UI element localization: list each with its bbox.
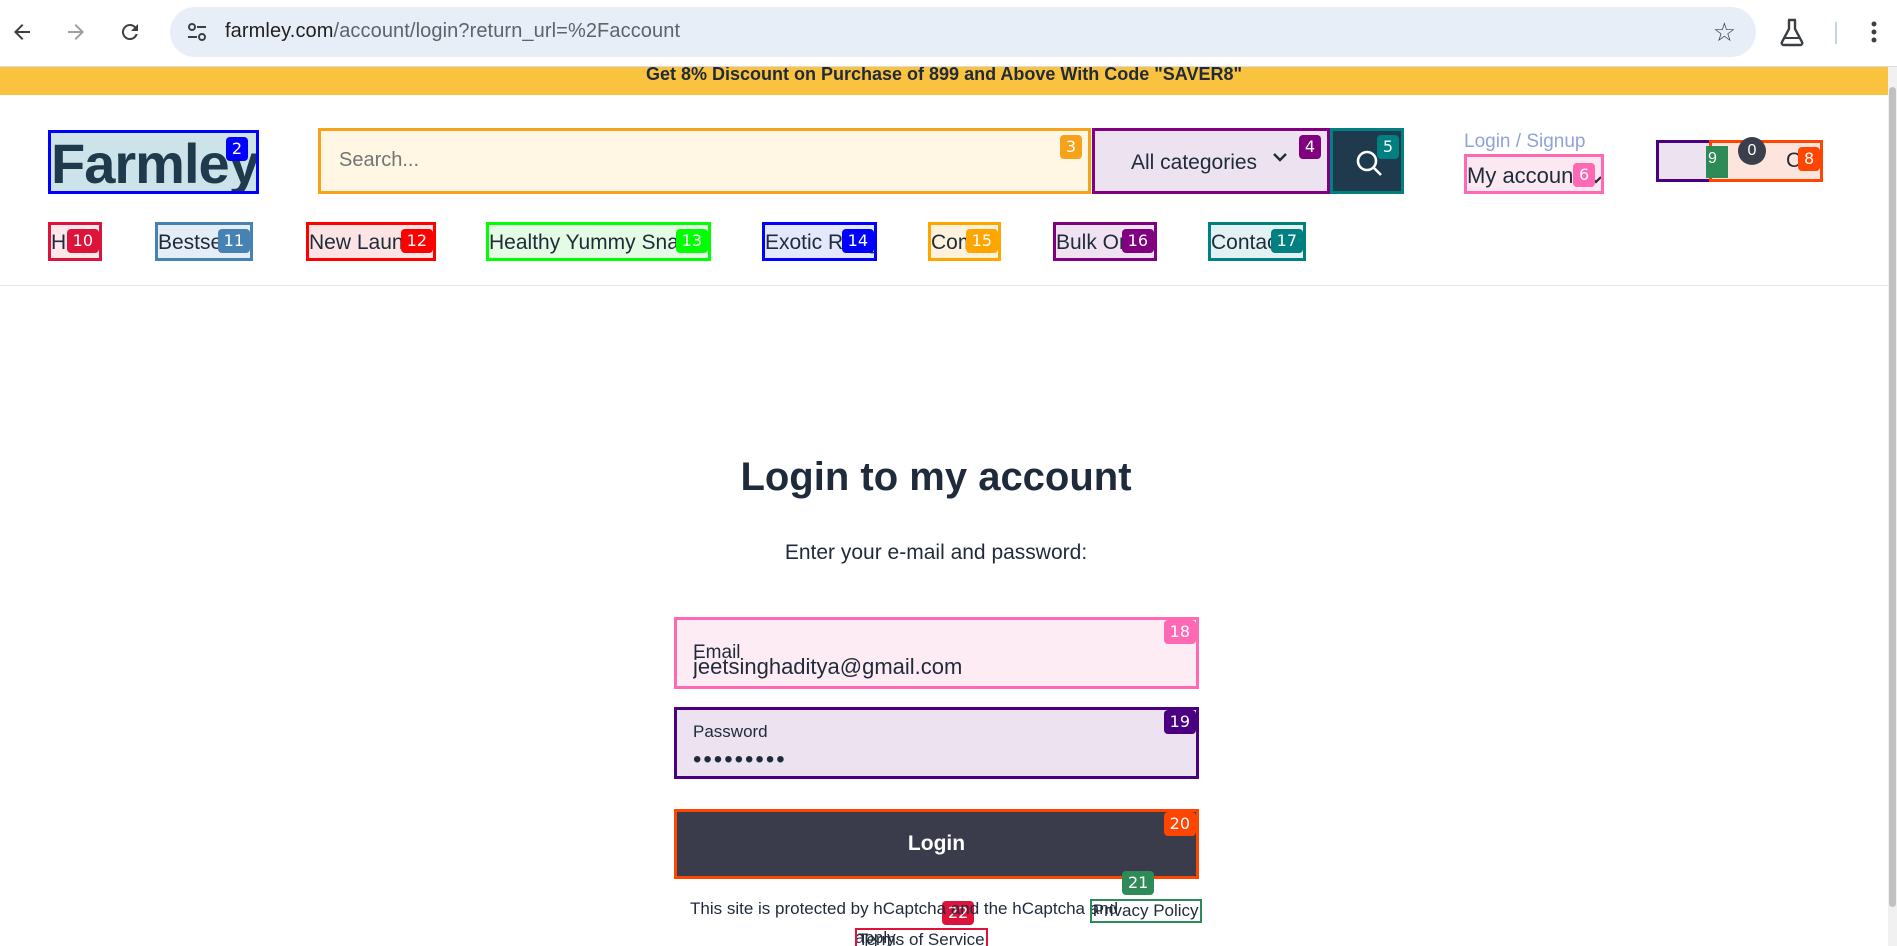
captcha-notice-line2: Terms of Service apply. xyxy=(855,928,988,946)
nav-healthy-yummy-snacks[interactable]: Healthy Yummy Snacks 13 xyxy=(486,222,711,261)
cart-count-badge: 0 xyxy=(1738,137,1766,165)
my-account-dropdown[interactable]: My account 6 xyxy=(1464,154,1604,194)
promo-text: Get 8% Discount on Purchase of 899 and A… xyxy=(645,67,1242,84)
toolbar-separator xyxy=(1835,22,1837,44)
logo-link[interactable]: Farmley 2 xyxy=(48,130,259,194)
nav-combos[interactable]: Combos 15 xyxy=(928,222,1001,261)
badge: 3 xyxy=(1059,135,1082,159)
terms-of-service-link[interactable]: Terms of Service xyxy=(855,928,988,946)
forward-icon[interactable] xyxy=(58,14,94,50)
browser-toolbar: farmley.com/account/login?return_url=%2F… xyxy=(0,0,1897,67)
login-signup-link[interactable]: Login / Signup xyxy=(1464,131,1586,153)
back-icon[interactable] xyxy=(4,14,40,50)
cart-icon[interactable]: 9 xyxy=(1706,146,1728,178)
category-select[interactable]: All categories 4 xyxy=(1092,128,1330,194)
badge: 19 xyxy=(1163,710,1196,734)
page-title: Login to my account xyxy=(740,455,1132,499)
header-divider xyxy=(0,285,1888,286)
badge: 20 xyxy=(1163,812,1196,836)
search-button[interactable]: 5 xyxy=(1330,128,1404,194)
scrollbar-thumb[interactable] xyxy=(1889,87,1896,907)
chevron-down-icon xyxy=(1271,148,1289,172)
badge: 21 xyxy=(1122,871,1155,895)
bookmark-star-icon[interactable]: ☆ xyxy=(1713,17,1736,48)
nav-bulk-order[interactable]: Bulk Order 16 xyxy=(1053,222,1157,261)
page-viewport: Get 8% Discount on Purchase of 899 and A… xyxy=(0,67,1888,946)
email-input[interactable] xyxy=(693,654,1133,680)
password-field[interactable]: Password 19 xyxy=(674,707,1199,779)
badge: 18 xyxy=(1163,620,1196,644)
badge: 11 xyxy=(217,229,250,253)
login-button-label: Login xyxy=(907,832,966,855)
email-field[interactable]: Email 18 xyxy=(674,617,1199,689)
page-subtitle: Enter your e-mail and password: xyxy=(784,541,1088,564)
badge: 13 xyxy=(675,229,708,253)
category-label: All categories xyxy=(1131,151,1258,174)
labs-flask-icon[interactable] xyxy=(1776,16,1808,48)
badge: 2 xyxy=(225,137,248,161)
site-settings-icon[interactable] xyxy=(184,19,210,45)
nav-bestsellers[interactable]: Bestsellers 11 xyxy=(155,222,253,261)
badge: 12 xyxy=(400,229,433,253)
password-input[interactable] xyxy=(693,746,1133,774)
nav-new-launches[interactable]: New Launches 12 xyxy=(306,222,436,261)
search-input[interactable] xyxy=(339,149,939,172)
search-box[interactable]: 3 xyxy=(318,128,1091,194)
privacy-policy-link[interactable]: Privacy Policy xyxy=(1089,899,1202,923)
url-text: farmley.com/account/login?return_url=%2F… xyxy=(225,20,681,42)
badge: 10 xyxy=(66,229,99,253)
badge: 8 xyxy=(1798,147,1820,171)
login-button[interactable]: Login 20 xyxy=(674,809,1199,879)
badge: 14 xyxy=(841,229,874,253)
badge: 9 xyxy=(1708,150,1717,167)
page-scrollbar[interactable] xyxy=(1888,67,1897,946)
badge: 17 xyxy=(1270,229,1303,253)
address-bar[interactable]: farmley.com/account/login?return_url=%2F… xyxy=(170,7,1756,57)
nav-exotic-range[interactable]: Exotic Range 14 xyxy=(762,222,877,261)
reload-icon[interactable] xyxy=(112,14,148,50)
badge: 15 xyxy=(965,229,998,253)
password-label: Password xyxy=(693,722,768,741)
nav-home[interactable]: Home 10 xyxy=(48,222,102,261)
badge: 5 xyxy=(1376,135,1399,159)
badge: 6 xyxy=(1573,163,1596,187)
badge: 4 xyxy=(1298,135,1321,159)
nav-contact-us[interactable]: Contact Us 17 xyxy=(1208,222,1306,261)
my-account-label: My account xyxy=(1467,163,1580,188)
captcha-notice: This site is protected by hCaptcha and t… xyxy=(690,899,1202,923)
menu-kebab-icon[interactable] xyxy=(1866,16,1882,48)
promo-banner: Get 8% Discount on Purchase of 899 and A… xyxy=(0,67,1888,95)
captcha-text: This site is protected by hCaptcha and t… xyxy=(690,899,1086,918)
badge: 16 xyxy=(1121,229,1154,253)
